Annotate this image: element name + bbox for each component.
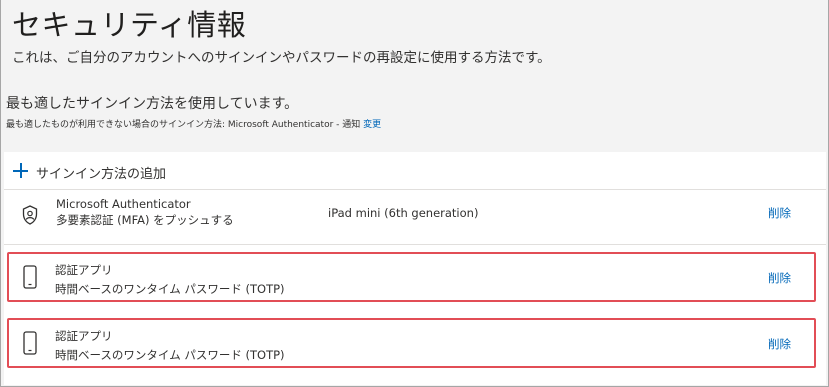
method-description: 多要素認証 (MFA) をプッシュする (56, 213, 234, 227)
page-subtitle: これは、ご自分のアカウントへのサインインやパスワードの再設定に使用する方法です。 (12, 50, 551, 66)
default-method-heading: 最も適したサインイン方法を使用しています。 (6, 96, 299, 112)
method-row-authenticator-app: 認証アプリ 時間ベースのワンタイム パスワード (TOTP) 削除 (7, 318, 816, 368)
method-name: 認証アプリ (55, 263, 113, 277)
plus-icon (13, 163, 28, 178)
change-default-link[interactable]: 変更 (363, 120, 381, 130)
method-description: 時間ベースのワンタイム パスワード (TOTP) (55, 282, 285, 296)
phone-icon (23, 265, 37, 289)
delete-button[interactable]: 削除 (768, 270, 791, 286)
method-name: 認証アプリ (55, 329, 113, 343)
method-device: iPad mini (6th generation) (328, 206, 479, 220)
add-method-label: サインイン方法の追加 (36, 167, 167, 182)
phone-icon (23, 331, 37, 355)
method-row-authenticator-app: 認証アプリ 時間ベースのワンタイム パスワード (TOTP) 削除 (7, 252, 816, 302)
add-method-button[interactable]: サインイン方法の追加 (4, 152, 826, 190)
delete-button[interactable]: 削除 (768, 205, 791, 221)
fallback-method-text: 最も適したものが利用できない場合のサインイン方法: Microsoft Auth… (6, 120, 361, 130)
method-row-authenticator: Microsoft Authenticator 多要素認証 (MFA) をプッシ… (4, 191, 826, 245)
page-title: セキュリティ情報 (12, 8, 247, 42)
delete-button[interactable]: 削除 (768, 336, 791, 352)
authenticator-icon (22, 205, 38, 225)
method-description: 時間ベースのワンタイム パスワード (TOTP) (55, 348, 285, 362)
fallback-method-line: 最も適したものが利用できない場合のサインイン方法: Microsoft Auth… (6, 117, 381, 130)
method-name: Microsoft Authenticator (56, 197, 191, 211)
